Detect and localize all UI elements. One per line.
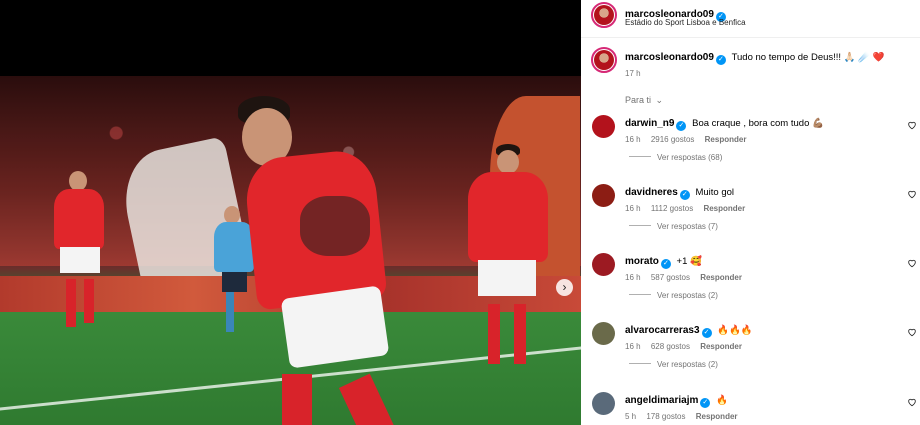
reply-button[interactable]: Responder <box>700 342 742 351</box>
reply-button[interactable]: Responder <box>696 412 738 421</box>
view-replies-label: Ver respostas (68) <box>657 153 723 162</box>
view-replies-button[interactable]: Ver respostas (2) <box>629 291 718 300</box>
verified-icon: ✓ <box>715 55 726 65</box>
comment-item: morato ✓ +1 🥰 16 h 587 gostos Responder V… <box>581 250 920 320</box>
commenter-avatar[interactable] <box>592 253 615 276</box>
comment-likes[interactable]: 628 gostos <box>651 342 690 351</box>
verified-icon: ✓ <box>660 259 671 269</box>
comment-text: 🔥🔥🔥 <box>717 325 753 336</box>
comment-likes[interactable]: 587 gostos <box>651 273 690 282</box>
like-heart-icon[interactable] <box>907 189 917 199</box>
comment-username[interactable]: davidneres <box>625 187 678 198</box>
view-replies-button[interactable]: Ver respostas (7) <box>629 222 718 231</box>
replies-divider <box>629 225 651 226</box>
author-avatar[interactable] <box>591 2 617 28</box>
comment-time[interactable]: 16 h <box>625 135 641 144</box>
like-heart-icon[interactable] <box>907 397 917 407</box>
photo-player-main <box>230 96 420 425</box>
caption-line: marcosleonardo09 ✓ Tudo no tempo de Deus!… <box>625 52 884 65</box>
comment-likes[interactable]: 178 gostos <box>646 412 685 421</box>
post-media-pane: › <box>0 0 581 425</box>
view-replies-button[interactable]: Ver respostas (2) <box>629 360 718 369</box>
comment-text: Boa craque , bora com tudo 💪🏽 <box>692 118 824 129</box>
comment-likes[interactable]: 2916 gostos <box>651 135 695 144</box>
comment-text: Muito gol <box>695 187 735 198</box>
comment-item: angeldimariajm ✓ 🔥 5 h 178 gostos Respond… <box>581 389 920 425</box>
comment-item: davidneres ✓ Muito gol 16 h 1112 gostos R… <box>581 181 920 251</box>
post-header: marcosleonardo09 ✓ Estádio do Sport Lisbo… <box>581 0 920 38</box>
caption-timestamp[interactable]: 17 h <box>625 69 641 78</box>
commenter-avatar[interactable] <box>592 115 615 138</box>
reply-button[interactable]: Responder <box>700 273 742 282</box>
post-location[interactable]: Estádio do Sport Lisboa e Benfica <box>625 18 746 27</box>
post-photo[interactable] <box>0 76 581 425</box>
comment-username[interactable]: morato <box>625 256 659 267</box>
view-replies-button[interactable]: Ver respostas (68) <box>629 153 722 162</box>
comment-item: alvarocarreras3 ✓ 🔥🔥🔥 16 h 628 gostos Res… <box>581 319 920 389</box>
photo-player-right <box>462 144 552 374</box>
like-heart-icon[interactable] <box>907 120 917 130</box>
verified-icon: ✓ <box>679 190 690 200</box>
caption-username[interactable]: marcosleonardo09 <box>625 52 714 63</box>
comments-pane: marcosleonardo09 ✓ Estádio do Sport Lisbo… <box>581 0 920 425</box>
verified-icon: ✓ <box>701 328 712 338</box>
comment-username[interactable]: angeldimariajm <box>625 395 698 406</box>
view-replies-label: Ver respostas (2) <box>657 291 718 300</box>
replies-divider <box>629 156 651 157</box>
sort-label: Para ti <box>625 95 652 105</box>
next-image-button[interactable]: › <box>556 279 573 296</box>
like-heart-icon[interactable] <box>907 258 917 268</box>
caption-author-avatar[interactable] <box>591 47 617 73</box>
reply-button[interactable]: Responder <box>705 135 747 144</box>
comment-text: +1 🥰 <box>676 256 702 267</box>
comment-time[interactable]: 5 h <box>625 412 636 421</box>
replies-divider <box>629 363 651 364</box>
replies-divider <box>629 294 651 295</box>
comment-username[interactable]: alvarocarreras3 <box>625 325 700 336</box>
like-heart-icon[interactable] <box>907 327 917 337</box>
comment-text: 🔥 <box>716 395 728 406</box>
verified-icon: ✓ <box>700 398 711 408</box>
sort-dropdown[interactable]: Para ti ⌄ <box>625 95 663 106</box>
comment-time[interactable]: 16 h <box>625 273 641 282</box>
reply-button[interactable]: Responder <box>703 204 745 213</box>
view-replies-label: Ver respostas (7) <box>657 222 718 231</box>
comment-item: darwin_n9 ✓ Boa craque , bora com tudo 💪🏽… <box>581 112 920 182</box>
comment-username[interactable]: darwin_n9 <box>625 118 674 129</box>
comment-time[interactable]: 16 h <box>625 204 641 213</box>
photo-player-left <box>52 171 107 341</box>
verified-icon: ✓ <box>676 121 687 131</box>
commenter-avatar[interactable] <box>592 322 615 345</box>
chevron-down-icon: ⌄ <box>655 95 664 105</box>
comment-time[interactable]: 16 h <box>625 342 641 351</box>
comment-likes[interactable]: 1112 gostos <box>651 204 693 213</box>
commenter-avatar[interactable] <box>592 184 615 207</box>
view-replies-label: Ver respostas (2) <box>657 360 718 369</box>
caption-text: Tudo no tempo de Deus!!! 🙏🏻 ☄️ ❤️ <box>731 52 885 63</box>
commenter-avatar[interactable] <box>592 392 615 415</box>
